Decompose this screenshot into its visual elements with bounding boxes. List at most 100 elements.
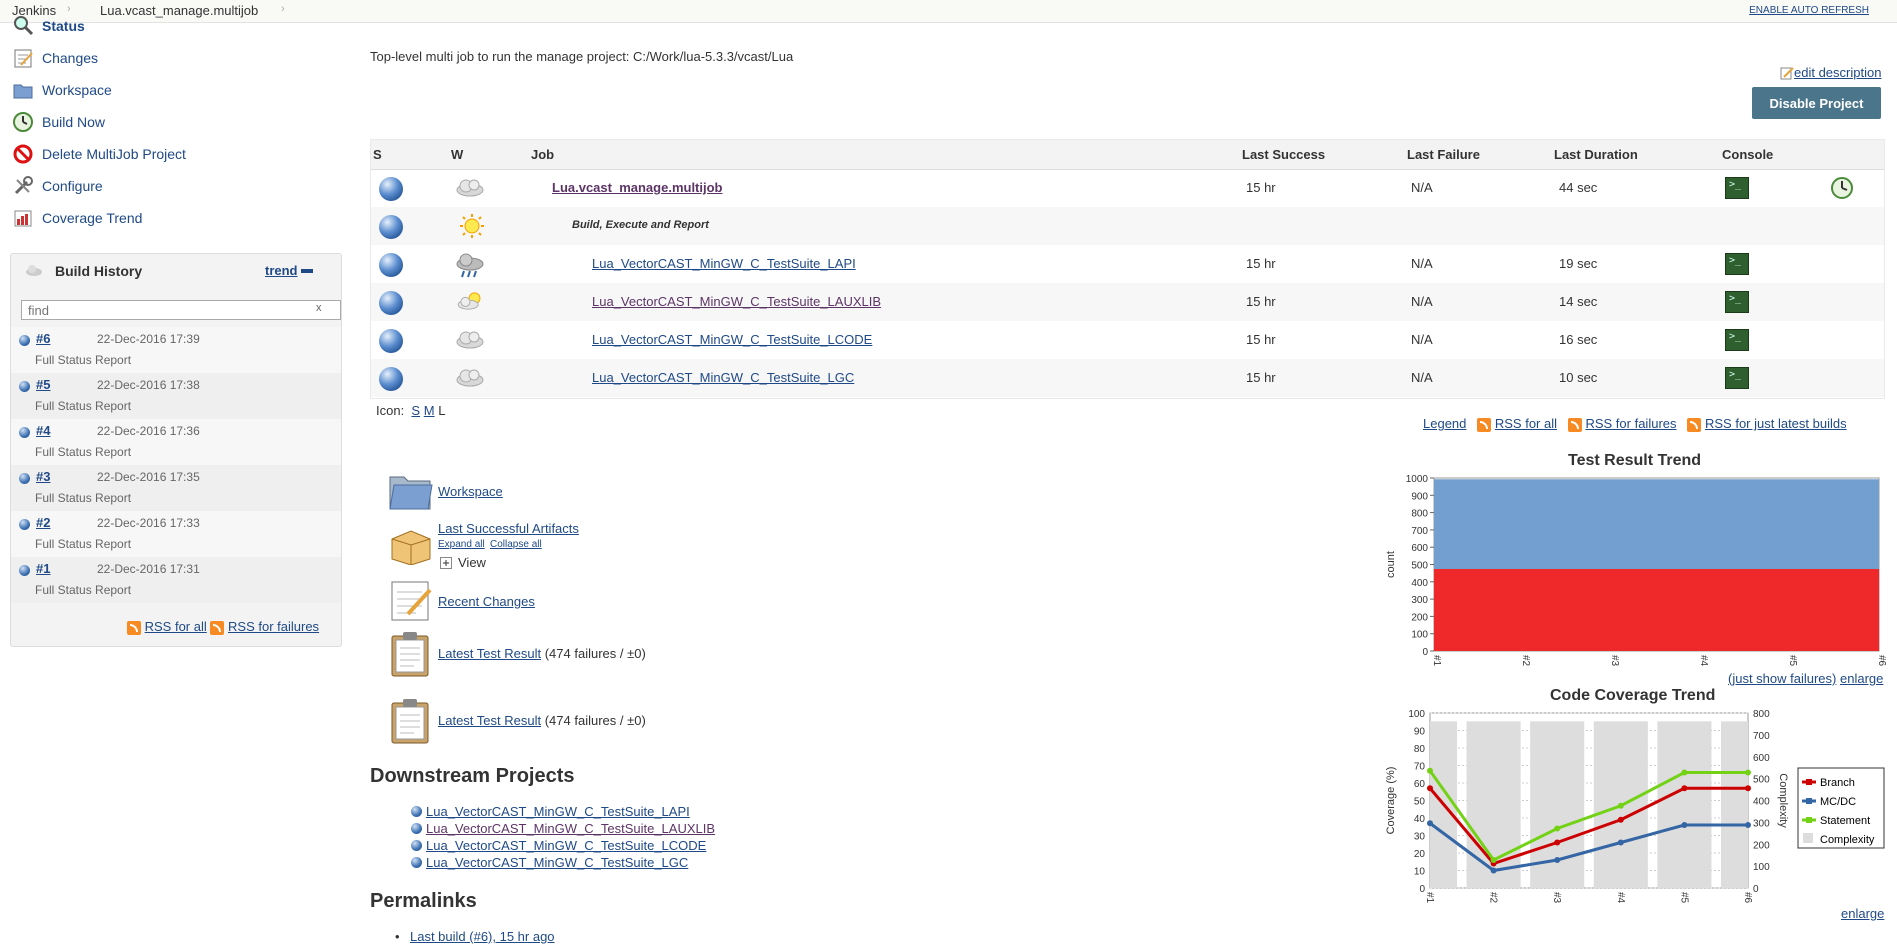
build-date: 22-Dec-2016 17:39 [97,332,200,346]
legend-marker [1806,817,1812,823]
last-success: 15 hr [1246,370,1276,385]
job-link[interactable]: Lua_VectorCAST_MinGW_C_TestSuite_LAUXLIB [592,294,881,309]
chart-icon [14,210,32,227]
y-tick-label: 40 [1414,814,1426,825]
y-tick-label: 60 [1414,779,1426,790]
rss-all-link[interactable]: RSS for all [145,619,207,634]
downstream-link[interactable]: Lua_VectorCAST_MinGW_C_TestSuite_LCODE [426,838,706,853]
data-point [1490,857,1497,863]
job-link[interactable]: Lua_VectorCAST_MinGW_C_TestSuite_LGC [592,370,854,385]
coverage-enlarge-link[interactable]: enlarge [1841,906,1884,921]
rss-failures-link[interactable]: RSS for failures [1585,416,1676,431]
cloud-icon [26,265,42,276]
build-row[interactable]: #1 22-Dec-2016 17:31 Full Status Report [11,557,341,603]
latest-test-result-link[interactable]: Latest Test Result [438,646,541,661]
icon-size-m[interactable]: M [424,403,435,418]
x-tick-label: #6 [1876,655,1887,667]
downstream-link[interactable]: Lua_VectorCAST_MinGW_C_TestSuite_LGC [426,855,688,870]
build-date: 22-Dec-2016 17:38 [97,378,200,392]
build-number-link[interactable]: #3 [36,469,50,484]
y-tick-label: 200 [1411,612,1428,623]
view-label: View [458,555,486,570]
disable-project-button[interactable]: Disable Project [1752,87,1881,119]
test-result-trend-chart[interactable]: 0 100 200 300 400 500 600 700 800 900 1000 #1 #2 #3 #4… [1380,468,1890,672]
project-description: Top-level multi job to run the manage pr… [370,49,794,64]
console-icon[interactable] [1725,329,1749,351]
build-report: Full Status Report [35,445,132,459]
build-status-ball-icon [19,565,30,576]
console-icon[interactable] [1725,177,1749,199]
build-number-link[interactable]: #5 [36,377,50,392]
latest-test-result-summary: (474 failures / ±0) [544,713,646,728]
task-label: Build Now [42,114,106,130]
x-tick-label: #1 [1431,655,1442,667]
status-ball-icon [379,253,403,277]
just-show-failures-link[interactable]: (just show failures) [1728,671,1836,686]
edit-icon[interactable] [1780,66,1794,80]
permalink-link[interactable]: Last build (#6), 15 hr ago [410,929,555,944]
edit-description-link[interactable]: edit description [1794,65,1881,80]
artifacts-link[interactable]: Last Successful Artifacts [438,521,579,536]
code-coverage-trend-chart[interactable]: 0102030405060708090100010020030040050060… [1380,703,1890,908]
build-number-link[interactable]: #1 [36,561,50,576]
build-row[interactable]: #3 22-Dec-2016 17:35 Full Status Report [11,465,341,511]
expand-plus-icon[interactable] [440,557,452,569]
notepad-icon [14,49,33,68]
build-date: 22-Dec-2016 17:33 [97,516,200,530]
y2-tick-label: 400 [1753,797,1770,808]
enlarge-link[interactable]: enlarge [1840,671,1883,686]
data-point [1554,839,1561,846]
build-row[interactable]: #6 22-Dec-2016 17:39 Full Status Report [11,327,341,373]
status-ball-icon [379,177,403,201]
build-number-link[interactable]: #6 [36,331,50,346]
data-point [1427,820,1433,827]
console-icon[interactable] [1725,253,1749,275]
build-status-ball-icon [19,427,30,438]
job-link[interactable]: Lua.vcast_manage.multijob [552,180,723,195]
console-icon[interactable] [1725,367,1749,389]
rss-icon [210,620,225,635]
build-clock-icon[interactable] [1830,176,1854,200]
latest-test-result-link[interactable]: Latest Test Result [438,713,541,728]
breadcrumb-project[interactable]: Lua.vcast_manage.multijob [100,3,258,18]
icon-size-s[interactable]: S [411,403,420,418]
legend-link[interactable]: Legend [1423,416,1466,431]
legend-label: Statement [1820,815,1870,827]
rss-icon [1477,417,1492,432]
collapse-all-link[interactable]: Collapse all [490,539,542,550]
expand-all-link[interactable]: Expand all [438,539,485,550]
console-icon[interactable] [1725,291,1749,313]
build-history-search-input[interactable] [21,300,341,320]
x-tick-label: #6 [1742,892,1753,904]
search-clear-icon[interactable]: x [316,302,322,314]
build-number-link[interactable]: #2 [36,515,50,530]
recent-changes-link[interactable]: Recent Changes [438,594,535,609]
workspace-link[interactable]: Workspace [438,484,503,499]
last-success: 15 hr [1246,180,1276,195]
build-row[interactable]: #5 22-Dec-2016 17:38 Full Status Report [11,373,341,419]
enable-auto-refresh-link[interactable]: ENABLE AUTO REFRESH [1749,5,1869,16]
area-series-failed [1434,568,1879,651]
table-row: Lua.vcast_manage.multijob 15 hr N/A 44 s… [371,169,1884,207]
trend-icon[interactable] [301,268,313,274]
last-duration: 10 sec [1559,370,1598,385]
complexity-bar [1657,721,1712,888]
legend-marker [1806,798,1812,804]
rss-icon [1567,417,1582,432]
job-link[interactable]: Lua_VectorCAST_MinGW_C_TestSuite_LAPI [592,256,856,271]
downstream-link[interactable]: Lua_VectorCAST_MinGW_C_TestSuite_LAUXLIB [426,821,715,836]
build-row[interactable]: #2 22-Dec-2016 17:33 Full Status Report [11,511,341,557]
data-point [1681,769,1688,776]
last-failure: N/A [1411,180,1433,195]
task-label: Delete MultiJob Project [42,146,186,162]
build-number-link[interactable]: #4 [36,423,50,438]
downstream-link[interactable]: Lua_VectorCAST_MinGW_C_TestSuite_LAPI [426,804,690,819]
job-link[interactable]: Lua_VectorCAST_MinGW_C_TestSuite_LCODE [592,332,872,347]
build-row[interactable]: #4 22-Dec-2016 17:36 Full Status Report [11,419,341,465]
build-history-trend-link[interactable]: trend [265,263,298,278]
rss-latest-link[interactable]: RSS for just latest builds [1705,416,1847,431]
y-tick-label: 700 [1411,526,1428,537]
rss-all-link[interactable]: RSS for all [1495,416,1557,431]
x-tick-label: #4 [1698,655,1709,667]
rss-failures-link[interactable]: RSS for failures [228,619,319,634]
